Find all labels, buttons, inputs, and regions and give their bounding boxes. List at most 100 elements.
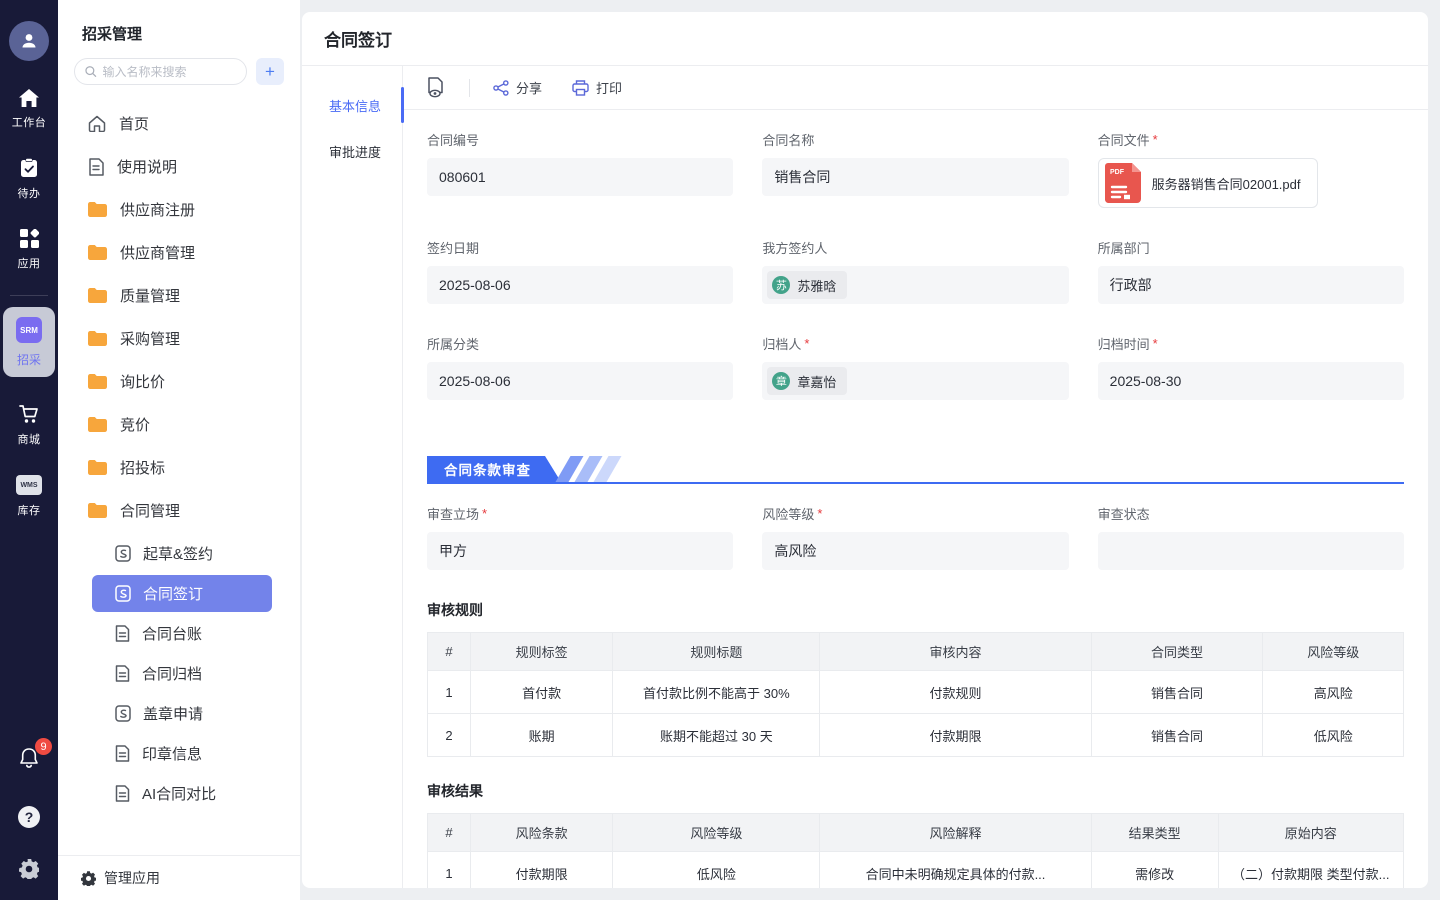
toolbar-divider bbox=[469, 79, 470, 97]
sidebar-item-tender[interactable]: 招投标 bbox=[58, 446, 300, 489]
sidebar-item-home[interactable]: 首页 bbox=[58, 102, 300, 145]
field-risk-level: 风险等级* 高风险 bbox=[762, 504, 1068, 570]
folder-icon bbox=[88, 417, 107, 432]
field-archive-time: 归档时间* 2025-08-30 bbox=[1098, 334, 1404, 400]
search-box[interactable] bbox=[74, 58, 247, 85]
print-label: 打印 bbox=[596, 78, 622, 97]
col-rule-title: 规则标题 bbox=[613, 633, 820, 671]
user-avatar[interactable] bbox=[9, 21, 49, 61]
col-index: # bbox=[428, 633, 471, 671]
rail-item-label: 招采 bbox=[17, 351, 41, 368]
page-header: 合同签订 bbox=[302, 12, 1428, 66]
sidebar-subitem-ai-contract-compare[interactable]: AI合同对比 bbox=[92, 775, 272, 812]
home-icon bbox=[19, 89, 39, 107]
rail-item-workbench[interactable]: 工作台 bbox=[12, 89, 47, 130]
document-lines-icon bbox=[115, 665, 130, 682]
rail-item-apps[interactable]: 应用 bbox=[18, 229, 41, 271]
notification-badge: 9 bbox=[35, 738, 52, 755]
notifications-button[interactable]: 9 bbox=[18, 747, 40, 775]
manage-apps-label: 管理应用 bbox=[104, 868, 160, 888]
sidebar-item-quality[interactable]: 质量管理 bbox=[58, 274, 300, 317]
col-result-type: 结果类型 bbox=[1091, 814, 1218, 852]
manage-apps-button[interactable]: 管理应用 bbox=[58, 855, 300, 900]
contract-name-input[interactable]: 销售合同 bbox=[762, 158, 1068, 196]
sidebar-subitem-contract-signing[interactable]: 合同签订 bbox=[92, 575, 272, 612]
section-banner: 合同条款审查 bbox=[427, 456, 1404, 484]
clipboard-check-icon bbox=[20, 158, 38, 178]
share-button[interactable]: 分享 bbox=[493, 78, 542, 97]
results-header-row: # 风险条款 风险等级 风险解释 结果类型 原始内容 bbox=[428, 814, 1404, 852]
review-status-input[interactable] bbox=[1098, 532, 1404, 570]
svg-text:PDF: PDF bbox=[1110, 169, 1125, 176]
sidebar-search-row: + bbox=[58, 44, 300, 85]
rail-item-srm-active[interactable]: SRM 招采 bbox=[3, 307, 55, 377]
sidebar-item-bidding[interactable]: 竞价 bbox=[58, 403, 300, 446]
preview-button[interactable] bbox=[426, 77, 446, 99]
review-stance-input[interactable]: 甲方 bbox=[427, 532, 733, 570]
sidebar-item-contract-manage[interactable]: 合同管理 bbox=[58, 489, 300, 532]
sidebar-item-inquiry[interactable]: 询比价 bbox=[58, 360, 300, 403]
risk-level-input[interactable]: 高风险 bbox=[762, 532, 1068, 570]
gear-icon bbox=[19, 859, 39, 879]
sidebar-title: 招采管理 bbox=[58, 0, 300, 44]
department-input[interactable]: 行政部 bbox=[1098, 266, 1404, 304]
sidebar-subitem-draft-sign[interactable]: 起草&签约 bbox=[92, 535, 272, 572]
rail-item-label: 应用 bbox=[18, 255, 41, 271]
sidebar-subitem-contract-ledger[interactable]: 合同台账 bbox=[92, 615, 272, 652]
folder-icon bbox=[88, 374, 107, 389]
sidebar-subitem-label: AI合同对比 bbox=[142, 783, 216, 804]
sidebar-item-label: 采购管理 bbox=[120, 328, 180, 349]
tab-basic-info[interactable]: 基本信息 bbox=[302, 82, 402, 128]
add-button[interactable]: + bbox=[256, 58, 284, 85]
our-signer-input[interactable]: 苏 苏雅晗 bbox=[762, 266, 1068, 304]
detail-tabs: 基本信息 审批进度 bbox=[302, 66, 403, 888]
sidebar-subitem-label: 合同签订 bbox=[143, 583, 203, 604]
sign-date-input[interactable]: 2025-08-06 bbox=[427, 266, 733, 304]
print-button[interactable]: 打印 bbox=[572, 78, 622, 97]
sidebar-subitem-contract-archive[interactable]: 合同归档 bbox=[92, 655, 272, 692]
field-review-stance: 审查立场* 甲方 bbox=[427, 504, 733, 570]
folder-icon bbox=[88, 202, 107, 217]
sidebar-item-supplier-manage[interactable]: 供应商管理 bbox=[58, 231, 300, 274]
rules-row: 1 首付款 首付款比例不能高于 30% 付款规则 销售合同 高风险 bbox=[428, 671, 1404, 714]
sidebar-item-procurement[interactable]: 采购管理 bbox=[58, 317, 300, 360]
help-button[interactable]: ? bbox=[18, 806, 40, 828]
sidebar-item-supplier-register[interactable]: 供应商注册 bbox=[58, 188, 300, 231]
field-sign-date: 签约日期 2025-08-06 bbox=[427, 238, 733, 304]
rail-item-todo[interactable]: 待办 bbox=[18, 158, 41, 201]
app-rail: 工作台 待办 应用 SRM 招采 商城 WMS 库存 9 ? bbox=[0, 0, 58, 900]
sidebar-item-label: 首页 bbox=[119, 113, 149, 134]
sidebar-item-label: 竞价 bbox=[120, 414, 150, 435]
rail-item-mall[interactable]: 商城 bbox=[18, 405, 41, 447]
col-risk-level: 风险等级 bbox=[613, 814, 820, 852]
sidebar-item-label: 询比价 bbox=[120, 371, 165, 392]
settings-button[interactable] bbox=[19, 859, 39, 884]
folder-icon bbox=[88, 245, 107, 260]
required-marker: * bbox=[1153, 132, 1158, 147]
category-input[interactable]: 2025-08-06 bbox=[427, 362, 733, 400]
required-marker: * bbox=[1153, 336, 1158, 351]
folder-icon bbox=[88, 331, 107, 346]
field-archiver: 归档人* 章 章嘉怡 bbox=[762, 334, 1068, 400]
sidebar-item-guide[interactable]: 使用说明 bbox=[58, 145, 300, 188]
file-preview-icon bbox=[426, 77, 446, 99]
rail-item-wms[interactable]: WMS 库存 bbox=[16, 475, 42, 518]
sidebar-subitem-stamp-request[interactable]: 盖章申请 bbox=[92, 695, 272, 732]
field-category: 所属分类 2025-08-06 bbox=[427, 334, 733, 400]
field-department: 所属部门 行政部 bbox=[1098, 238, 1404, 304]
field-our-signer: 我方签约人 苏 苏雅晗 bbox=[762, 238, 1068, 304]
person-avatar: 章 bbox=[772, 372, 790, 390]
sidebar-subitem-seal-info[interactable]: 印章信息 bbox=[92, 735, 272, 772]
archiver-input[interactable]: 章 章嘉怡 bbox=[762, 362, 1068, 400]
archive-time-input[interactable]: 2025-08-30 bbox=[1098, 362, 1404, 400]
contract-file-card[interactable]: PDF 服务器销售合同02001.pdf bbox=[1098, 158, 1318, 208]
search-input[interactable] bbox=[103, 65, 237, 79]
tab-approval-progress[interactable]: 审批进度 bbox=[302, 128, 402, 174]
contract-no-input[interactable]: 080601 bbox=[427, 158, 733, 196]
person-icon bbox=[19, 31, 39, 51]
document-icon bbox=[88, 158, 104, 176]
field-review-status: 审查状态 bbox=[1098, 504, 1404, 570]
pdf-icon: PDF bbox=[1105, 163, 1141, 203]
rail-bottom-group: 9 ? bbox=[18, 747, 40, 900]
share-icon bbox=[493, 80, 509, 96]
